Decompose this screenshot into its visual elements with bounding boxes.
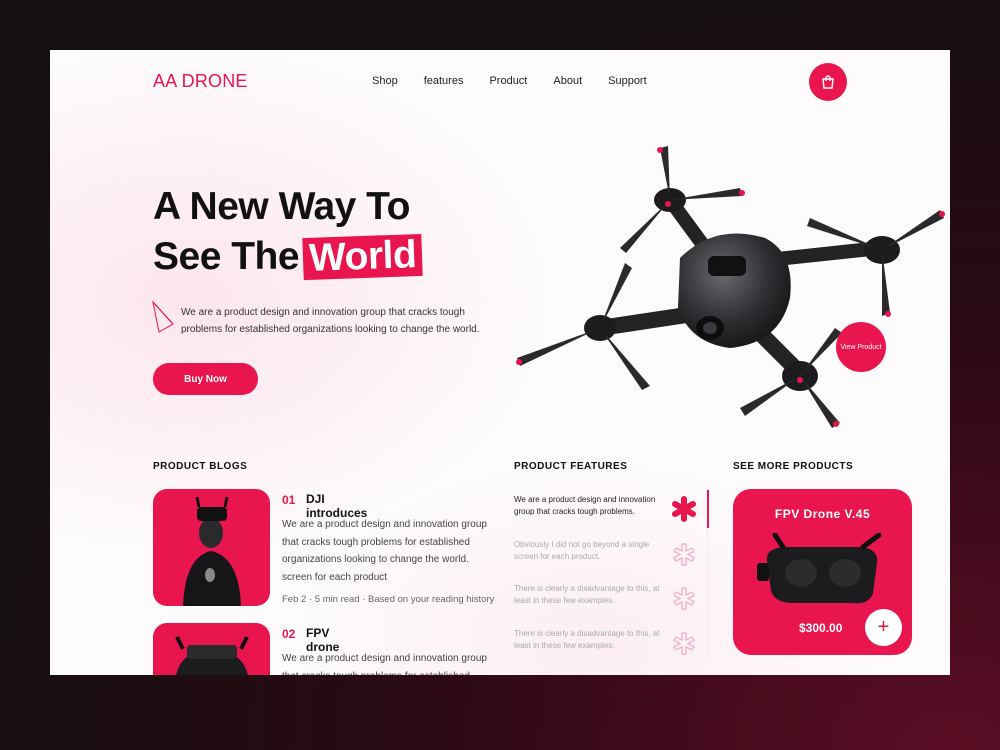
blog-number: 01 [282, 493, 296, 507]
product-price: $300.00 [799, 621, 843, 635]
feature-item[interactable]: There is clearly a disadvantage to this,… [514, 583, 664, 607]
more-products-heading: SEE MORE PRODUCTS [733, 461, 854, 472]
blog-text: We are a product design and innovation g… [282, 519, 487, 583]
drone-image [516, 146, 945, 428]
goggles-image [757, 533, 882, 604]
hero-description: We are a product design and innovation g… [181, 307, 480, 335]
hero-title-line2: See The [153, 235, 300, 278]
product-card[interactable]: FPV Drone V.45 $300.00 + [733, 489, 912, 655]
landing-page: AA DRONE Shop features Product About Sup… [50, 50, 950, 675]
brand-logo[interactable]: AA DRONE [153, 71, 248, 92]
hero-title: A New Way To See The World [153, 182, 424, 282]
main-nav: Shop features Product About Support [372, 75, 673, 87]
asterisk-icon [673, 543, 695, 566]
nav-about[interactable]: About [553, 75, 582, 87]
blogs-heading: PRODUCT BLOGS [153, 461, 248, 472]
feature-item[interactable]: Obviously I did not go beyond a single s… [514, 539, 664, 563]
blog-number: 02 [282, 627, 296, 641]
nav-support[interactable]: Support [608, 75, 647, 87]
cart-button[interactable] [809, 63, 847, 101]
blog-image [153, 489, 270, 606]
blog-text: We are a product design and innovation g… [282, 653, 487, 675]
hero-title-line1: A New Way To [153, 185, 410, 228]
asterisk-icon [672, 496, 696, 522]
buy-now-button[interactable]: Buy Now [153, 363, 258, 395]
asterisk-icon [673, 632, 695, 655]
add-to-cart-button[interactable]: + [865, 609, 902, 646]
features-heading: PRODUCT FEATURES [514, 461, 628, 472]
feature-item[interactable]: There is clearly a disadvantage to this,… [514, 628, 664, 652]
hero-title-highlight: World [302, 233, 424, 281]
nav-shop[interactable]: Shop [372, 75, 398, 87]
blog-image [153, 623, 270, 675]
shopping-bag-icon [822, 75, 834, 89]
view-product-badge[interactable]: View Product [836, 322, 886, 372]
asterisk-icon [673, 587, 695, 610]
nav-features[interactable]: features [424, 75, 464, 87]
nav-product[interactable]: Product [489, 75, 527, 87]
blog-meta: Feb 2 · 5 min read · Based on your readi… [282, 594, 495, 605]
feature-item-active[interactable]: We are a product design and innovation g… [514, 494, 664, 518]
paper-plane-icon [152, 300, 174, 333]
product-card-title: FPV Drone V.45 [774, 507, 871, 521]
feature-progress-indicator [707, 490, 709, 528]
